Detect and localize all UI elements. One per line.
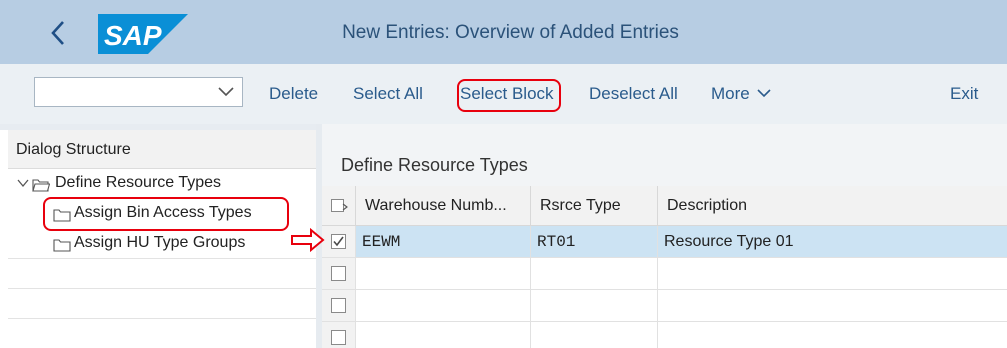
tree-item-label: Define Resource Types <box>55 174 222 191</box>
cell-resource-type[interactable] <box>531 290 658 322</box>
cell-resource-type[interactable] <box>531 322 658 348</box>
folder-icon <box>53 239 71 252</box>
checkmark-icon <box>333 236 344 247</box>
chevron-down-icon <box>757 88 771 97</box>
cell-resource-type[interactable] <box>531 258 658 290</box>
cell-description[interactable] <box>658 258 1007 290</box>
cell-warehouse[interactable]: EEWM <box>356 226 531 258</box>
bin-access-highlight <box>43 197 289 231</box>
shell-header: SAP New Entries: Overview of Added Entri… <box>0 0 1007 64</box>
folder-open-icon <box>32 179 50 192</box>
table-panel: Define Resource Types Warehouse Numb... … <box>322 124 1007 348</box>
cell-description[interactable]: Resource Type 01 <box>658 226 1007 258</box>
action-dropdown[interactable] <box>34 77 243 107</box>
row-checkbox[interactable] <box>331 266 346 281</box>
chevron-down-icon <box>218 87 234 97</box>
dialog-structure-header: Dialog Structure <box>8 130 316 169</box>
row-checkbox[interactable] <box>331 298 346 313</box>
dialog-structure-panel: Dialog Structure Define Resource Types A… <box>0 124 316 348</box>
tree-empty-row <box>8 319 316 348</box>
tree-empty-row <box>8 259 316 289</box>
column-header-resource-type[interactable]: Rsrce Type <box>531 186 658 226</box>
select-all-checkbox-icon[interactable] <box>331 199 348 214</box>
cell-description[interactable] <box>658 290 1007 322</box>
column-header-description[interactable]: Description <box>658 186 1007 226</box>
cell-warehouse[interactable] <box>356 290 531 322</box>
resource-types-table: Warehouse Numb... Rsrce Type Description… <box>322 186 1007 348</box>
row-selector[interactable] <box>322 322 356 348</box>
row-selector[interactable] <box>322 226 356 258</box>
more-button[interactable]: More <box>711 84 772 104</box>
cell-resource-type[interactable]: RT01 <box>531 226 658 258</box>
row-checkbox[interactable] <box>331 234 346 249</box>
toolbar: Delete Select All Select Block Deselect … <box>0 64 1007 124</box>
exit-button[interactable]: Exit <box>950 84 978 104</box>
row-selector[interactable] <box>322 290 356 322</box>
tree-empty-row <box>8 289 316 319</box>
more-label: More <box>711 84 750 103</box>
annotation-arrow-icon <box>291 228 325 252</box>
page-title: New Entries: Overview of Added Entries <box>342 22 679 43</box>
column-header-warehouse[interactable]: Warehouse Numb... <box>356 186 531 226</box>
tree-item-define-resource-types[interactable]: Define Resource Types <box>8 169 316 199</box>
collapse-arrow-icon[interactable] <box>16 176 30 190</box>
deselect-all-button[interactable]: Deselect All <box>589 84 678 104</box>
row-selector[interactable] <box>322 258 356 290</box>
table-title: Define Resource Types <box>341 155 528 175</box>
cell-warehouse[interactable] <box>356 258 531 290</box>
row-checkbox[interactable] <box>331 330 346 345</box>
select-all-header[interactable] <box>322 186 356 226</box>
cell-warehouse[interactable] <box>356 322 531 348</box>
tree-item-assign-hu-type-groups[interactable]: Assign HU Type Groups <box>8 229 316 259</box>
delete-button[interactable]: Delete <box>269 84 318 104</box>
select-all-button[interactable]: Select All <box>353 84 423 104</box>
select-block-highlight <box>457 79 561 112</box>
tree-item-label: Assign HU Type Groups <box>74 234 246 251</box>
cell-description[interactable] <box>658 322 1007 348</box>
